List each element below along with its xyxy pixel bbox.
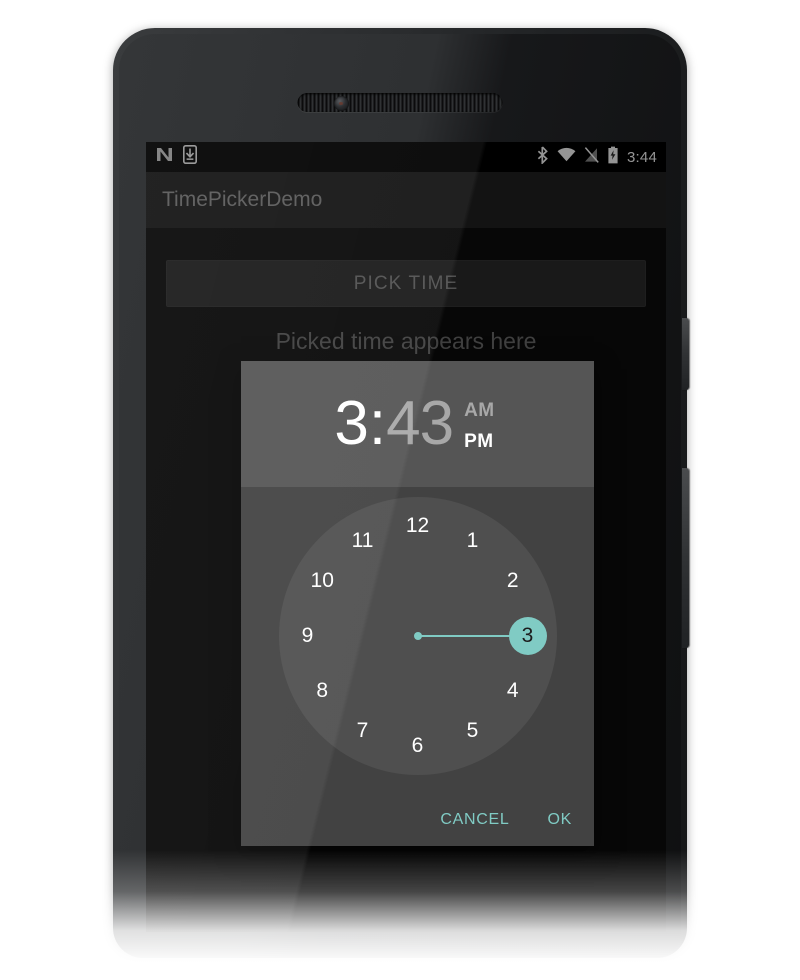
earpiece-speaker <box>297 93 503 112</box>
clock-hour-10[interactable]: 10 <box>303 562 341 600</box>
volume-rocker-button[interactable] <box>682 468 689 648</box>
clock-hour-12[interactable]: 12 <box>399 507 437 545</box>
time-digits: 3 : 43 <box>334 389 454 458</box>
clock-hour-11[interactable]: 11 <box>344 522 382 560</box>
clock-hour-3[interactable]: 3 <box>508 617 547 655</box>
clock-hand <box>417 635 510 637</box>
pm-option[interactable]: PM <box>464 431 495 453</box>
time-display-header: 3 : 43 AM PM <box>241 361 594 487</box>
meridiem-selector: AM PM <box>464 400 495 453</box>
clock-hour-6[interactable]: 6 <box>399 727 437 765</box>
clock-hour-5[interactable]: 5 <box>454 712 492 750</box>
minute-display[interactable]: 43 <box>386 393 454 455</box>
power-button[interactable] <box>682 318 689 390</box>
phone-device: 3:44 TimePickerDemo PICK TIME Picked tim… <box>113 28 689 958</box>
clock-hour-9[interactable]: 9 <box>289 617 327 655</box>
time-picker-dialog: 3 : 43 AM PM 12 12 3 45678 9 1011 <box>241 361 594 846</box>
phone-front-glass: 3:44 TimePickerDemo PICK TIME Picked tim… <box>119 34 681 958</box>
phone-screen: 3:44 TimePickerDemo PICK TIME Picked tim… <box>146 142 666 932</box>
clock-hour-4[interactable]: 4 <box>494 672 532 710</box>
cancel-button[interactable]: CANCEL <box>436 805 513 835</box>
clock-face[interactable]: 12 1 2 3 4 5 6 7 8 9 10 11 <box>278 497 557 775</box>
clock-hour-1[interactable]: 1 <box>454 522 492 560</box>
clock-hour-2[interactable]: 2 <box>494 562 532 600</box>
am-option[interactable]: AM <box>464 400 495 422</box>
ok-button[interactable]: OK <box>543 805 576 835</box>
clock-area: 12 1 2 3 4 5 6 7 8 9 10 11 <box>241 487 594 794</box>
dialog-actions: CANCEL OK <box>241 794 594 846</box>
hour-display[interactable]: 3 <box>334 393 368 455</box>
clock-hand-center-dot <box>413 632 422 640</box>
clock-hour-7[interactable]: 7 <box>344 712 382 750</box>
clock-hour-8[interactable]: 8 <box>303 672 341 710</box>
time-separator: : <box>368 389 386 458</box>
front-camera-icon <box>334 96 349 111</box>
